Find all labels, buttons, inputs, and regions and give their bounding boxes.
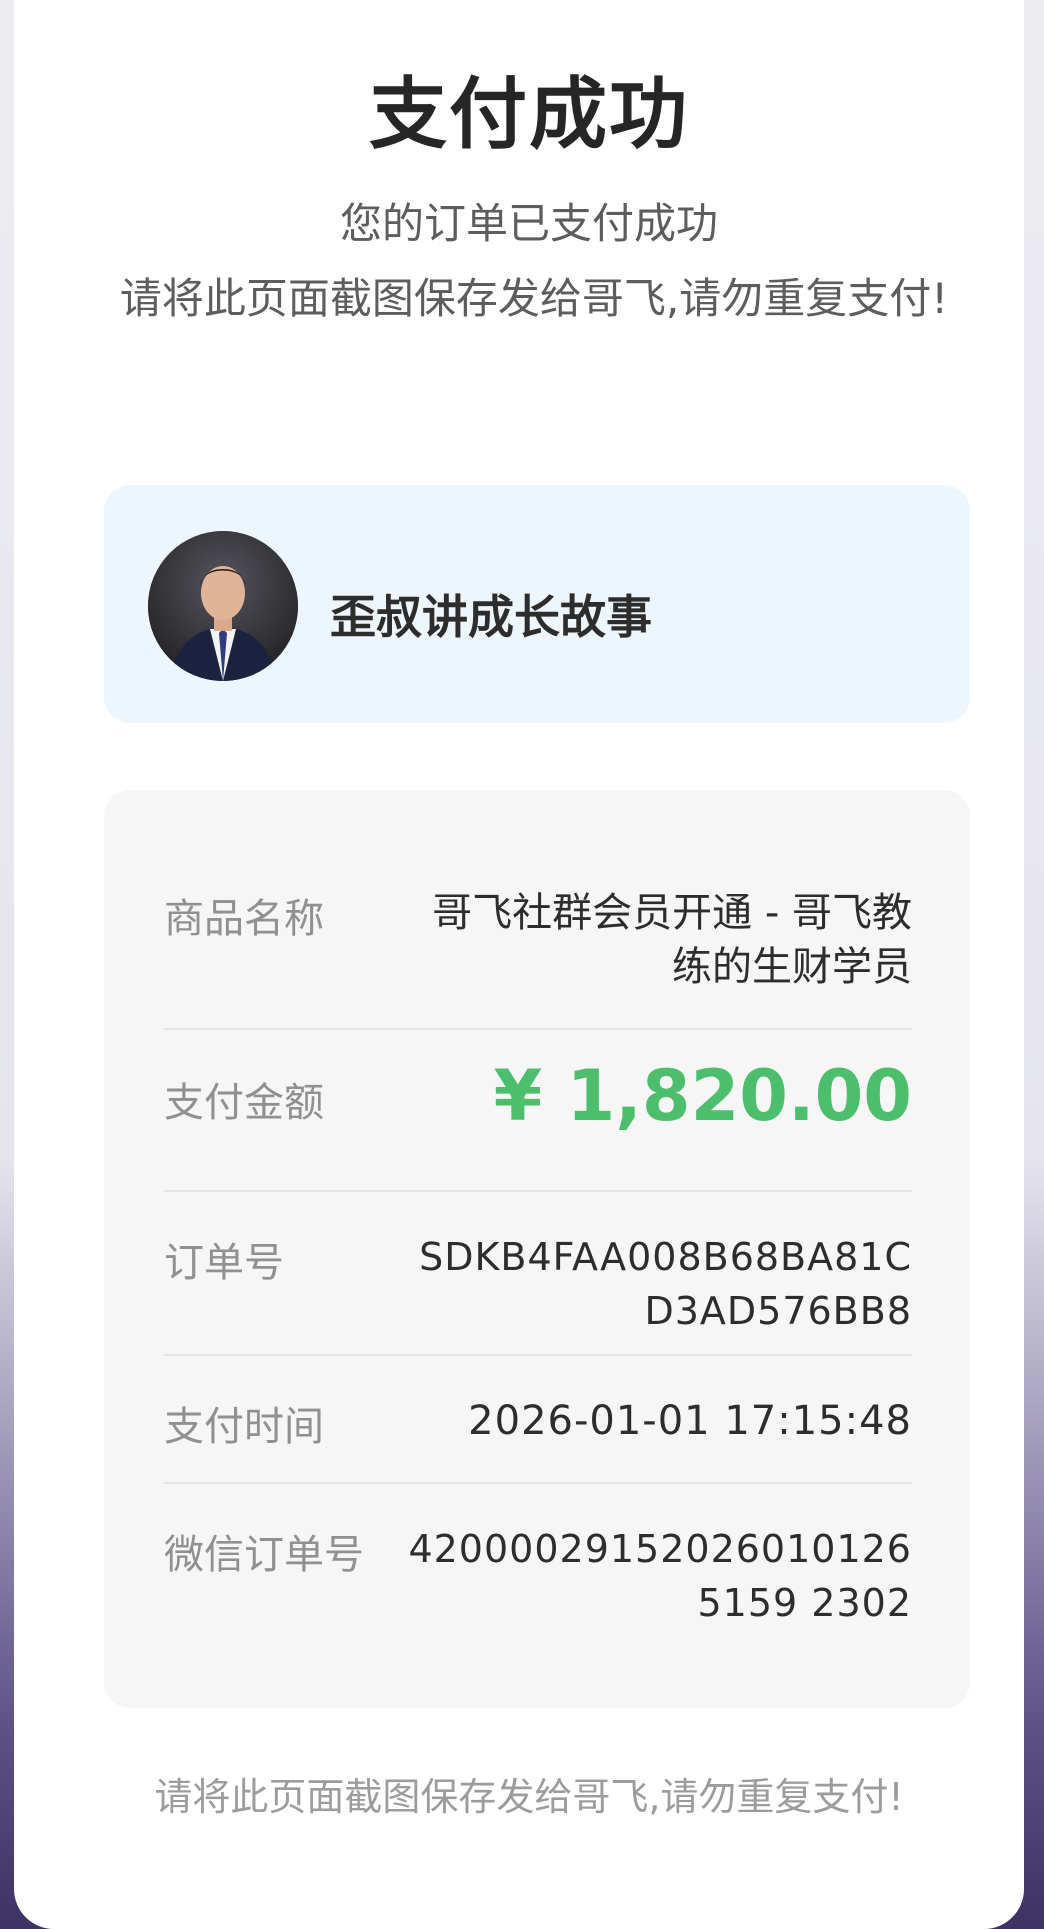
screenshot-notice: 请将此页面截图保存发给哥飞,请勿重复支付! [119,274,949,323]
person-avatar-icon [148,531,298,681]
footer-notice: 请将此页面截图保存发给哥飞,请勿重复支付! [154,1775,904,1819]
divider [164,1190,912,1192]
order-number-value: SDKB4FAA008B68BA81CD3AD576BB8 [419,1235,912,1333]
merchant-card: 歪叔讲成长故事 [104,485,970,723]
amount-value: ¥ 1,820.00 [493,1055,913,1137]
page-title: 支付成功 [368,70,689,160]
payment-time-value: 2026-01-01 17:15:48 [468,1398,912,1444]
divider [164,1028,912,1030]
product-label: 商品名称 [164,896,324,942]
divider [164,1482,912,1484]
product-value: 哥飞社群会员开通 - 哥飞教练的生财学员 [432,890,912,990]
order-details-card: 商品名称 哥飞社群会员开通 - 哥飞教练的生财学员 支付金额 ¥ 1,820.0… [104,790,970,1708]
merchant-name: 歪叔讲成长故事 [330,590,652,644]
success-subtitle: 您的订单已支付成功 [339,199,718,248]
avatar [148,531,298,681]
amount-label: 支付金额 [164,1080,324,1126]
payment-time-label: 支付时间 [164,1404,324,1450]
divider [164,1354,912,1356]
wechat-order-label: 微信订单号 [164,1532,364,1578]
wechat-order-value: 420000291520260101265159 2302 [408,1527,912,1625]
order-number-label: 订单号 [164,1240,284,1286]
payment-success-sheet: 支付成功 您的订单已支付成功 请将此页面截图保存发给哥飞,请勿重复支付! 歪叔讲… [14,0,1024,1929]
